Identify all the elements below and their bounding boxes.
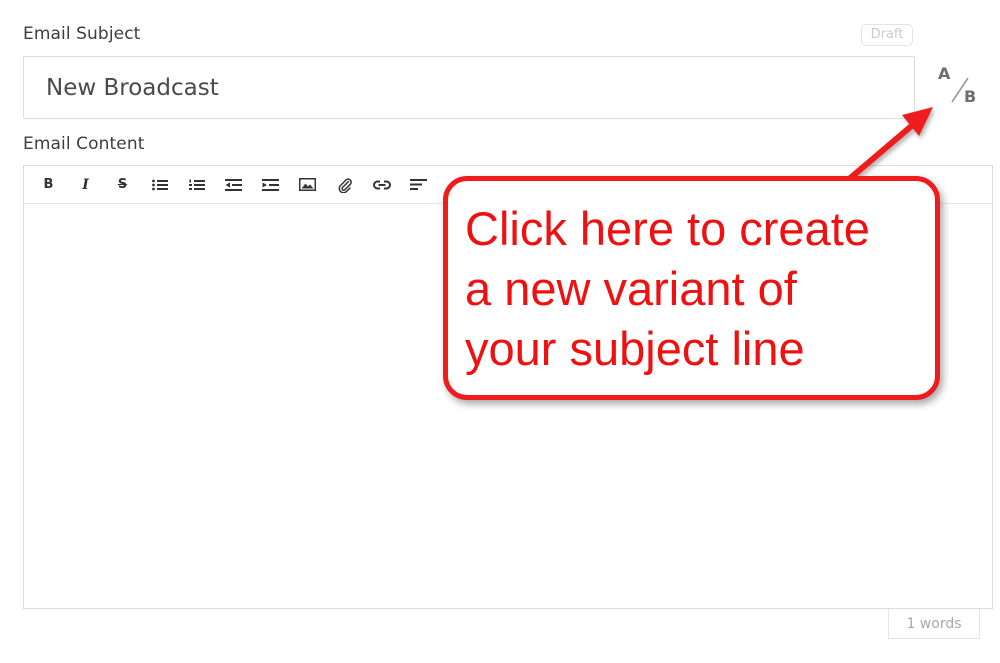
link-icon: [372, 180, 391, 189]
ab-test-button[interactable]: A B: [930, 60, 986, 114]
indent-icon: [262, 178, 279, 191]
email-subject-input[interactable]: [23, 56, 915, 119]
numbered-list-button[interactable]: [178, 170, 215, 200]
numbered-list-icon: [188, 179, 205, 190]
italic-icon: I: [82, 176, 89, 193]
outdent-icon: [225, 178, 242, 191]
paperclip-icon: [338, 177, 352, 193]
bulleted-list-button[interactable]: [141, 170, 178, 200]
email-content-label: Email Content: [23, 134, 145, 154]
email-subject-label: Email Subject: [23, 24, 141, 44]
word-count: 1 words: [888, 609, 980, 639]
draft-status-badge: Draft: [861, 24, 913, 46]
callout-text: Click here to create a new variant of yo…: [465, 202, 870, 375]
callout-box: Click here to create a new variant of yo…: [443, 176, 940, 400]
strikethrough-button[interactable]: S: [104, 170, 141, 200]
strikethrough-icon: S: [117, 177, 128, 192]
italic-button[interactable]: I: [67, 170, 104, 200]
bold-icon: B: [43, 177, 54, 192]
link-button[interactable]: [363, 170, 400, 200]
align-left-icon: [410, 179, 427, 190]
bold-button[interactable]: B: [30, 170, 67, 200]
indent-button[interactable]: [252, 170, 289, 200]
image-button[interactable]: [289, 170, 326, 200]
ab-b-label: B: [964, 87, 977, 106]
bulleted-list-icon: [151, 179, 168, 190]
attachment-button[interactable]: [326, 170, 363, 200]
outdent-button[interactable]: [215, 170, 252, 200]
align-button[interactable]: [400, 170, 437, 200]
image-icon: [299, 178, 316, 191]
